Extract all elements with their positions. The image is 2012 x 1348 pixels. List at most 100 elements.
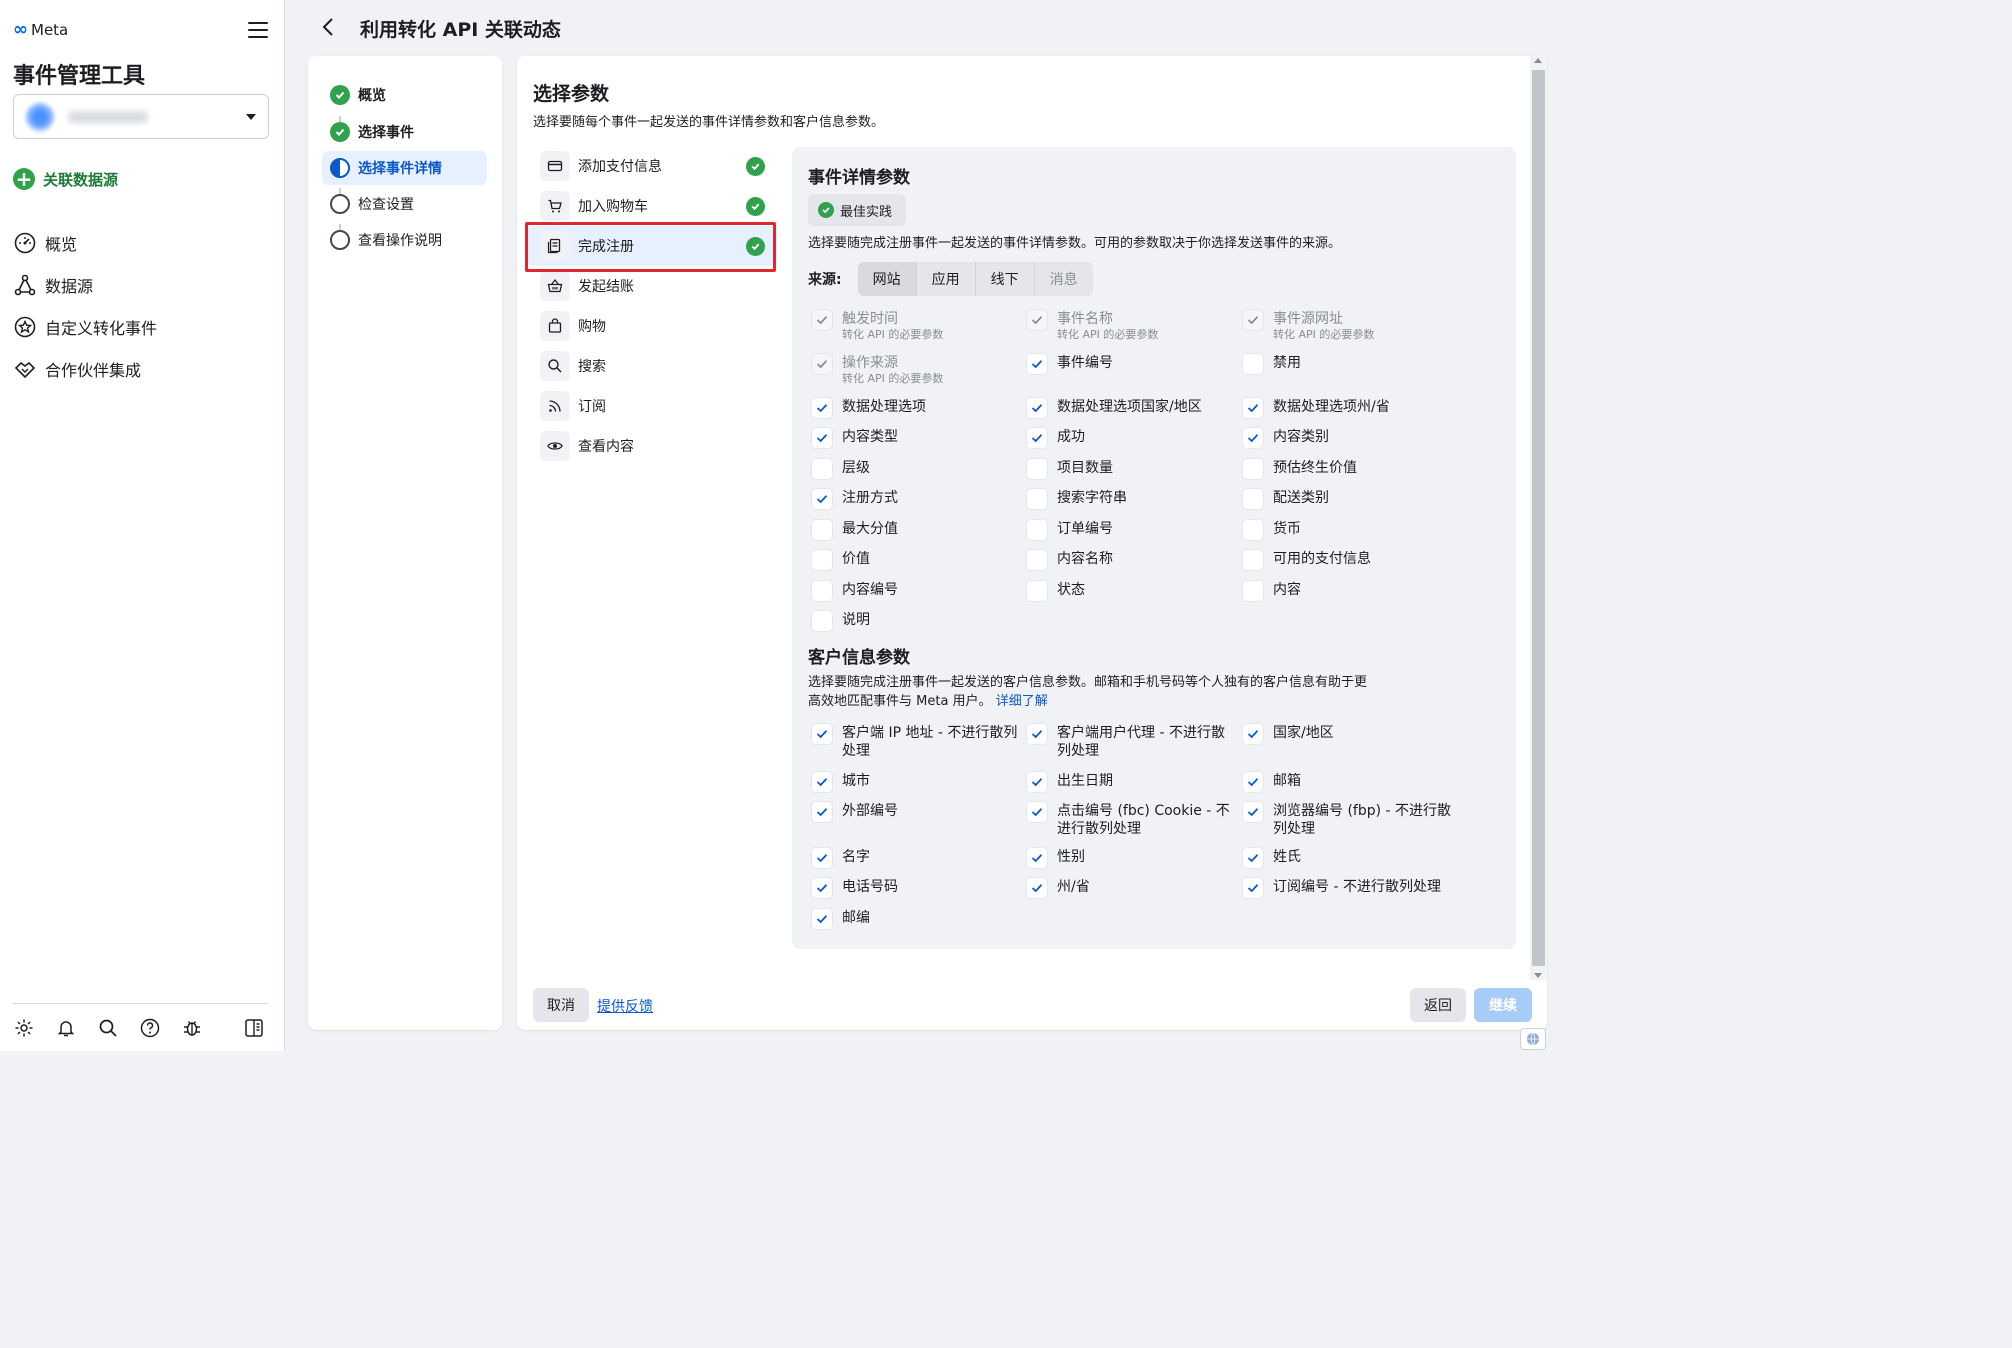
- checkmark-icon[interactable]: [811, 427, 833, 449]
- event-param-checkbox[interactable]: 内容名称: [1026, 549, 1236, 571]
- scrollbar-thumb[interactable]: [1532, 70, 1545, 966]
- account-selector[interactable]: [13, 94, 269, 139]
- step-overview[interactable]: 概览: [322, 78, 487, 112]
- event-param-checkbox[interactable]: 说明: [811, 610, 1021, 632]
- customer-param-checkbox[interactable]: 邮编: [811, 908, 1021, 930]
- checkbox-empty[interactable]: [1026, 458, 1048, 480]
- event-param-checkbox[interactable]: 货币: [1242, 519, 1452, 541]
- checkbox-empty[interactable]: [811, 549, 833, 571]
- scroll-down-arrow-icon[interactable]: [1534, 973, 1542, 978]
- checkmark-icon[interactable]: [1242, 847, 1264, 869]
- event-param-checkbox[interactable]: 可用的支付信息: [1242, 549, 1452, 571]
- checkbox-empty[interactable]: [811, 458, 833, 480]
- menu-icon[interactable]: [248, 22, 268, 38]
- checkmark-icon[interactable]: [1242, 801, 1264, 823]
- checkbox-empty[interactable]: [1242, 549, 1264, 571]
- customer-param-checkbox[interactable]: 点击编号 (fbc) Cookie - 不进行散列处理: [1026, 801, 1236, 838]
- event-item-complete-registration[interactable]: 完成注册: [527, 226, 777, 266]
- step-select-event-details[interactable]: 选择事件详情: [322, 151, 487, 185]
- step-view-instructions[interactable]: 查看操作说明: [322, 223, 487, 257]
- event-param-checkbox[interactable]: 内容编号: [811, 580, 1021, 602]
- step-select-events[interactable]: 选择事件: [322, 115, 487, 149]
- customer-param-checkbox[interactable]: 邮箱: [1242, 771, 1452, 793]
- checkmark-icon[interactable]: [811, 771, 833, 793]
- customer-param-checkbox[interactable]: 客户端用户代理 - 不进行散列处理: [1026, 723, 1236, 760]
- connect-data-source-button[interactable]: + 关联数据源: [13, 168, 118, 190]
- customer-param-checkbox[interactable]: 国家/地区: [1242, 723, 1452, 745]
- checkbox-empty[interactable]: [1026, 580, 1048, 602]
- step-review-settings[interactable]: 检查设置: [322, 187, 487, 221]
- event-param-checkbox[interactable]: 价值: [811, 549, 1021, 571]
- customer-param-checkbox[interactable]: 浏览器编号 (fbp) - 不进行散列处理: [1242, 801, 1452, 838]
- sidebar-item-overview[interactable]: 概览: [13, 222, 273, 264]
- event-param-checkbox[interactable]: 数据处理选项国家/地区: [1026, 397, 1236, 419]
- customer-param-checkbox[interactable]: 客户端 IP 地址 - 不进行散列处理: [811, 723, 1021, 760]
- checkmark-icon[interactable]: [1242, 771, 1264, 793]
- event-param-checkbox[interactable]: 内容类型: [811, 427, 1021, 449]
- customer-param-checkbox[interactable]: 名字: [811, 847, 1021, 869]
- scroll-up-arrow-icon[interactable]: [1534, 58, 1542, 63]
- event-item-add-to-cart[interactable]: 加入购物车: [527, 186, 777, 226]
- source-tab-messaging[interactable]: 消息: [1035, 262, 1093, 296]
- checkmark-icon[interactable]: [1242, 877, 1264, 899]
- cancel-button[interactable]: 取消: [533, 988, 589, 1022]
- event-item-subscribe[interactable]: 订阅: [527, 386, 777, 426]
- checkbox-empty[interactable]: [1026, 488, 1048, 510]
- event-param-checkbox[interactable]: 最大分值: [811, 519, 1021, 541]
- customer-param-checkbox[interactable]: 外部编号: [811, 801, 1021, 823]
- checkmark-icon[interactable]: [811, 397, 833, 419]
- source-tab-app[interactable]: 应用: [917, 262, 976, 296]
- checkmark-icon[interactable]: [811, 488, 833, 510]
- event-param-checkbox[interactable]: 数据处理选项州/省: [1242, 397, 1452, 419]
- feedback-link[interactable]: 提供反馈: [597, 996, 653, 1016]
- checkmark-icon[interactable]: [1242, 397, 1264, 419]
- help-icon[interactable]: [139, 1017, 161, 1039]
- back-button[interactable]: 返回: [1410, 988, 1466, 1022]
- checkmark-icon[interactable]: [1026, 801, 1048, 823]
- customer-param-checkbox[interactable]: 出生日期: [1026, 771, 1236, 793]
- event-param-checkbox[interactable]: 配送类别: [1242, 488, 1452, 510]
- checkmark-icon[interactable]: [1026, 877, 1048, 899]
- source-tab-website[interactable]: 网站: [857, 262, 917, 296]
- learn-more-link[interactable]: 详细了解: [996, 694, 1048, 709]
- checkbox-empty[interactable]: [811, 519, 833, 541]
- checkbox-empty[interactable]: [1242, 580, 1264, 602]
- checkbox-empty[interactable]: [811, 580, 833, 602]
- event-item-search[interactable]: 搜索: [527, 346, 777, 386]
- customer-param-checkbox[interactable]: 城市: [811, 771, 1021, 793]
- search-icon[interactable]: [97, 1017, 119, 1039]
- customer-param-checkbox[interactable]: 姓氏: [1242, 847, 1452, 869]
- event-param-checkbox[interactable]: 内容类别: [1242, 427, 1452, 449]
- back-arrow-icon[interactable]: [318, 16, 340, 38]
- event-param-checkbox[interactable]: 项目数量: [1026, 458, 1236, 480]
- event-param-checkbox[interactable]: 内容: [1242, 580, 1452, 602]
- checkmark-icon[interactable]: [1242, 723, 1264, 745]
- event-item-initiate-checkout[interactable]: 发起结账: [527, 266, 777, 306]
- continue-button[interactable]: 继续: [1474, 988, 1532, 1022]
- sidebar-item-custom-conversions[interactable]: 自定义转化事件: [13, 306, 273, 348]
- event-param-checkbox[interactable]: 成功: [1026, 427, 1236, 449]
- checkbox-empty[interactable]: [1242, 353, 1264, 375]
- event-param-checkbox[interactable]: 禁用: [1242, 353, 1452, 375]
- checkmark-icon[interactable]: [1026, 397, 1048, 419]
- checkmark-icon[interactable]: [811, 847, 833, 869]
- event-param-checkbox[interactable]: 预估终生价值: [1242, 458, 1452, 480]
- checkbox-empty[interactable]: [1026, 549, 1048, 571]
- checkmark-icon[interactable]: [811, 877, 833, 899]
- checkmark-icon[interactable]: [1026, 723, 1048, 745]
- checkmark-icon[interactable]: [1026, 353, 1048, 375]
- event-param-checkbox[interactable]: 层级: [811, 458, 1021, 480]
- checkmark-icon[interactable]: [1026, 427, 1048, 449]
- event-item-purchase[interactable]: 购物: [527, 306, 777, 346]
- bug-icon[interactable]: [181, 1017, 203, 1039]
- notifications-icon[interactable]: [55, 1017, 77, 1039]
- customer-param-checkbox[interactable]: 订阅编号 - 不进行散列处理: [1242, 877, 1452, 899]
- scrollbar[interactable]: [1530, 56, 1547, 980]
- sidebar-item-partner-integrations[interactable]: 合作伙伴集成: [13, 348, 273, 390]
- checkbox-empty[interactable]: [1242, 458, 1264, 480]
- customer-param-checkbox[interactable]: 性别: [1026, 847, 1236, 869]
- customer-param-checkbox[interactable]: 电话号码: [811, 877, 1021, 899]
- event-param-checkbox[interactable]: 数据处理选项: [811, 397, 1021, 419]
- checkmark-icon[interactable]: [1026, 771, 1048, 793]
- checkbox-empty[interactable]: [1242, 488, 1264, 510]
